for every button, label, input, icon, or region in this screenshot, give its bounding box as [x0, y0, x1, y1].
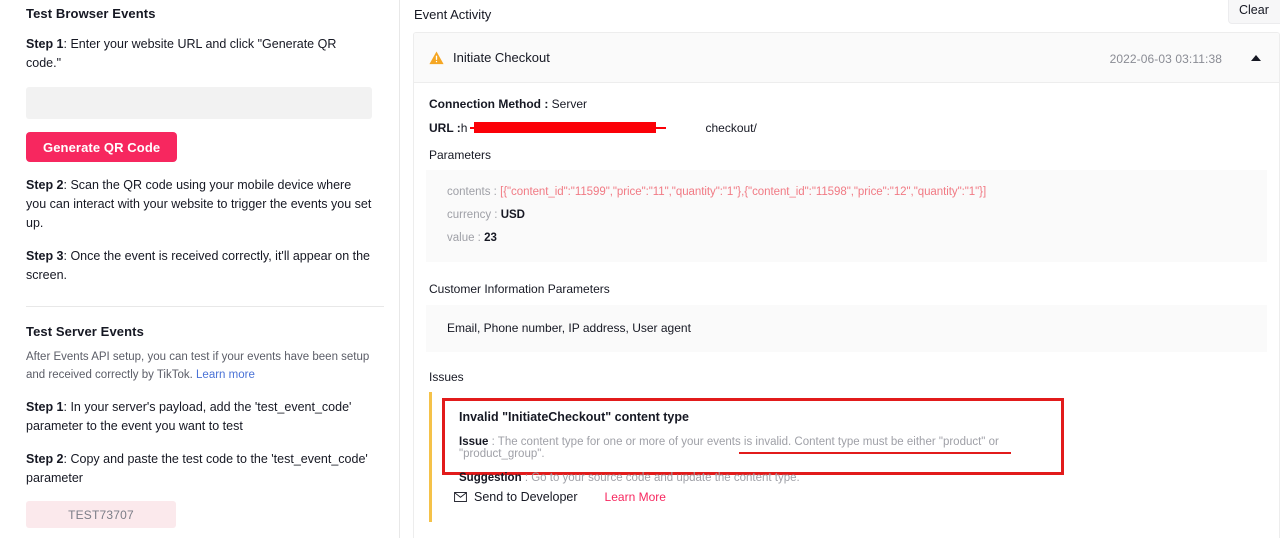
- parameter-key: currency :: [447, 209, 498, 221]
- issue-learn-more-link[interactable]: Learn More: [605, 490, 666, 504]
- issue-highlight-underline: [739, 452, 1011, 454]
- url-prefix: h: [460, 121, 468, 135]
- website-url-input[interactable]: [26, 87, 372, 119]
- issue-description-text: : The content type for one or more of yo…: [459, 436, 999, 460]
- event-timestamp: 2022-06-03 03:11:38: [1109, 52, 1222, 66]
- app-root: Test Browser Events Step 1: Enter your w…: [0, 0, 1280, 538]
- customer-information-label: Customer Information Parameters: [429, 282, 610, 296]
- server-step-1: Step 1: In your server's payload, add th…: [26, 398, 373, 436]
- url-row: URL :h checkout/: [414, 121, 1279, 135]
- server-step-1-text: : In your server's payload, add the 'tes…: [26, 400, 352, 433]
- generate-qr-code-button[interactable]: Generate QR Code: [26, 132, 178, 162]
- url-redaction-strike: [470, 127, 666, 129]
- mail-icon: [454, 492, 467, 502]
- parameter-row: value : 23: [447, 227, 1267, 250]
- event-card-body: Connection Method : Server URL :h checkou…: [414, 83, 1279, 522]
- issue-title: Invalid "InitiateCheckout" content type: [459, 410, 689, 424]
- issue-description-label: Issue: [459, 436, 489, 448]
- event-card: Initiate Checkout 2022-06-03 03:11:38 Co…: [413, 32, 1280, 538]
- parameter-value: USD: [500, 209, 525, 221]
- server-step-1-label: Step 1: [26, 400, 64, 414]
- customer-information-box: Email, Phone number, IP address, User ag…: [426, 305, 1267, 352]
- customer-information-value: Email, Phone number, IP address, User ag…: [447, 321, 691, 335]
- browser-step-2-label: Step 2: [26, 178, 64, 192]
- server-step-2-text: : Copy and paste the test code to the 't…: [26, 452, 368, 485]
- warning-triangle-icon: [429, 51, 444, 64]
- browser-step-2-text: : Scan the QR code using your mobile dev…: [26, 178, 372, 230]
- browser-events-heading: Test Browser Events: [26, 6, 156, 21]
- server-events-heading: Test Server Events: [26, 324, 144, 339]
- issue-section: Invalid "InitiateCheckout" content type …: [414, 392, 1279, 522]
- server-step-2-label: Step 2: [26, 452, 64, 466]
- chevron-up-icon[interactable]: [1251, 55, 1261, 61]
- parameter-row: contents : [{"content_id":"11599","price…: [447, 181, 1267, 204]
- learn-more-link[interactable]: Learn more: [196, 369, 255, 381]
- issue-actions: Send to Developer Learn More: [454, 490, 666, 504]
- clear-button[interactable]: Clear: [1228, 0, 1280, 24]
- test-event-code-badge[interactable]: TEST73707: [26, 501, 176, 528]
- event-activity-title: Event Activity: [414, 7, 492, 22]
- issue-accent-bar: [429, 392, 432, 522]
- parameters-box: contents : [{"content_id":"11599","price…: [426, 170, 1267, 262]
- browser-step-1: Step 1: Enter your website URL and click…: [26, 35, 373, 73]
- browser-step-3-label: Step 3: [26, 249, 64, 263]
- event-activity-header: Event Activity Clear: [401, 0, 1280, 29]
- browser-step-1-text: : Enter your website URL and click "Gene…: [26, 37, 337, 70]
- send-to-developer-label: Send to Developer: [474, 490, 578, 504]
- connection-method-row: Connection Method : Server: [414, 97, 1279, 111]
- browser-step-3: Step 3: Once the event is received corre…: [26, 247, 373, 285]
- issues-label: Issues: [429, 370, 464, 384]
- parameter-row: currency : USD: [447, 204, 1267, 227]
- event-card-header[interactable]: Initiate Checkout 2022-06-03 03:11:38: [414, 33, 1279, 83]
- parameter-value: [{"content_id":"11599","price":"11","qua…: [500, 186, 987, 198]
- parameter-value: 23: [484, 232, 497, 244]
- issue-description: Issue : The content type for one or more…: [459, 436, 1061, 460]
- issue-suggestion-label: Suggestion: [459, 472, 522, 484]
- send-to-developer-button[interactable]: Send to Developer: [454, 490, 578, 504]
- parameter-key: contents :: [447, 186, 497, 198]
- server-events-intro: After Events API setup, you can test if …: [26, 348, 373, 384]
- issue-detail-box: Invalid "InitiateCheckout" content type …: [442, 398, 1064, 484]
- issue-suggestion-text: : Go to your source code and update the …: [521, 472, 800, 484]
- browser-step-3-text: : Once the event is received correctly, …: [26, 249, 370, 282]
- parameters-label: Parameters: [429, 148, 492, 162]
- connection-method-label: Connection Method :: [429, 97, 549, 111]
- test-events-sidebar: Test Browser Events Step 1: Enter your w…: [0, 0, 400, 538]
- issue-suggestion: Suggestion : Go to your source code and …: [459, 472, 1061, 484]
- url-label: URL :: [429, 121, 461, 135]
- browser-step-2: Step 2: Scan the QR code using your mobi…: [26, 176, 373, 233]
- connection-method-value: Server: [551, 97, 588, 111]
- server-step-2: Step 2: Copy and paste the test code to …: [26, 450, 373, 488]
- event-name: Initiate Checkout: [453, 50, 550, 65]
- browser-step-1-label: Step 1: [26, 37, 64, 51]
- parameter-key: value :: [447, 232, 481, 244]
- event-activity-panel: Event Activity Clear Initiate Checkout 2…: [401, 0, 1280, 538]
- url-suffix: checkout/: [705, 121, 757, 135]
